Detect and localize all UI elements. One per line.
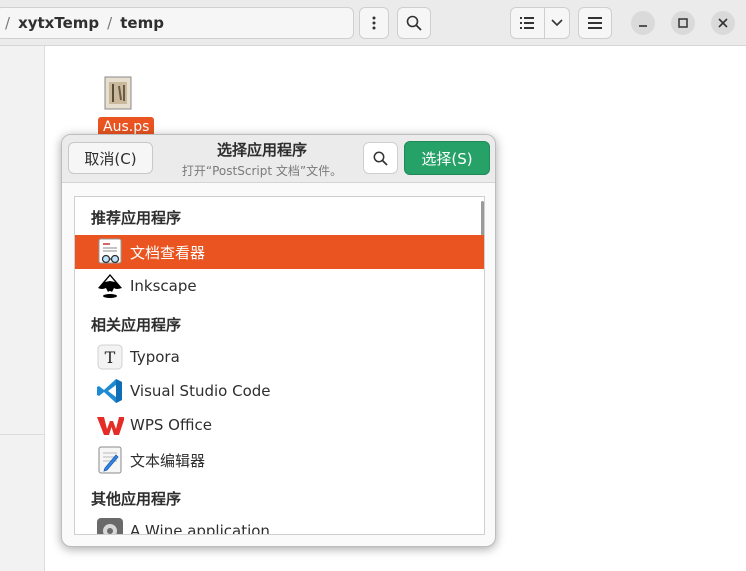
app-row-inkscape[interactable]: Inkscape [75,269,484,303]
wps-office-icon [96,411,124,439]
svg-text:T: T [105,348,116,367]
cancel-button[interactable]: 取消(C) [68,142,153,174]
wine-icon [96,517,124,534]
section-title-other: 其他应用程序 [91,490,182,508]
document-viewer-icon [96,238,124,266]
inkscape-icon [96,272,124,300]
app-label: 文本编辑器 [130,451,206,470]
select-button[interactable]: 选择(S) [404,141,490,175]
app-label: Typora [130,348,180,366]
app-label: Inkscape [130,277,197,295]
dialog-search-button[interactable] [363,142,398,174]
search-icon [373,151,388,166]
app-row-wps-office[interactable]: WPS Office [75,408,484,442]
section-title-related: 相关应用程序 [91,316,182,334]
app-row-wine[interactable]: A Wine application [75,514,484,535]
app-row-text-editor[interactable]: 文本编辑器 [75,443,484,477]
app-row-document-viewer[interactable]: 文档查看器 [75,235,484,269]
dialog-title: 选择应用程序 [216,141,307,159]
app-row-typora[interactable]: T Typora [75,340,484,374]
app-chooser-dialog: 取消(C) 选择应用程序 打开“PostScript 文档”文件。 选择(S) … [61,134,496,547]
dialog-header: 取消(C) 选择应用程序 打开“PostScript 文档”文件。 选择(S) [62,135,495,183]
app-label: Visual Studio Code [130,382,271,400]
app-row-vscode[interactable]: Visual Studio Code [75,374,484,408]
vscode-icon [96,377,124,405]
dialog-subtitle: 打开“PostScript 文档”文件。 [181,164,343,178]
app-label: A Wine application [130,522,270,535]
typora-icon: T [96,343,124,371]
app-list: 推荐应用程序 文档查看器 Inkscape 相关应用程序 T Typora Vi… [74,196,485,535]
app-label: 文档查看器 [130,243,206,262]
app-label: WPS Office [130,416,212,434]
section-title-recommended: 推荐应用程序 [91,209,182,227]
text-editor-icon [96,446,124,474]
